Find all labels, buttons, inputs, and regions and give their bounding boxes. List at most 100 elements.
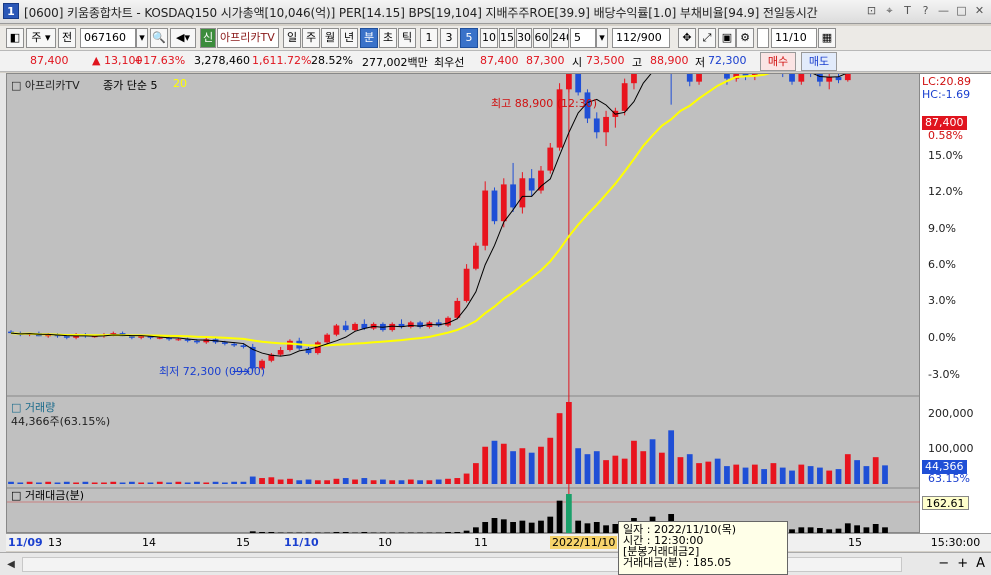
draw-tool-icon[interactable]: ⤢ bbox=[698, 28, 716, 48]
interval-button-30[interactable]: 30 bbox=[516, 28, 532, 48]
volume-bar bbox=[231, 481, 238, 484]
candle-body bbox=[352, 323, 358, 331]
amount-bar bbox=[547, 516, 554, 534]
legend-ma20: 20 bbox=[173, 77, 187, 90]
volume-bar bbox=[417, 480, 423, 484]
interval-button-10[interactable]: 10 bbox=[480, 28, 498, 48]
interval-button-1[interactable]: 1 bbox=[420, 28, 438, 48]
interval-button-240[interactable]: 240 bbox=[551, 28, 569, 48]
volume-bar bbox=[491, 440, 498, 484]
candle-body bbox=[826, 77, 833, 82]
crosshair-time: 15:30:00 bbox=[920, 533, 991, 551]
zoom-out-icon[interactable]: − bbox=[938, 556, 949, 571]
count-value: 112 bbox=[616, 31, 637, 44]
interval-button-15[interactable]: 15 bbox=[499, 28, 515, 48]
interval-input[interactable]: 5 bbox=[570, 28, 596, 48]
legend-stock-name: □ 아프리카TV bbox=[11, 79, 80, 92]
y-axis-label: 12.0% bbox=[928, 185, 963, 198]
amount-tag: 162.61 bbox=[922, 496, 969, 510]
stock-name: 아프리카TV bbox=[217, 28, 279, 48]
tab-minute[interactable]: 분 bbox=[360, 28, 378, 48]
maximize-icon[interactable]: □ bbox=[954, 3, 969, 19]
volume-bar bbox=[259, 478, 265, 484]
candle-body bbox=[342, 325, 349, 331]
volume-bar bbox=[36, 482, 42, 484]
tab-month[interactable]: 월 bbox=[321, 28, 339, 48]
auto-scale-icon[interactable]: A bbox=[976, 556, 985, 571]
tab-second[interactable]: 초 bbox=[379, 28, 397, 48]
candle-body bbox=[565, 74, 572, 90]
pin-icon[interactable]: ⌖ bbox=[882, 3, 897, 19]
tab-day[interactable]: 일 bbox=[283, 28, 301, 48]
minimize-icon[interactable]: — bbox=[936, 3, 951, 19]
zoom-in-icon[interactable]: + bbox=[957, 556, 968, 571]
candle-body bbox=[844, 74, 851, 81]
candle-body bbox=[221, 342, 228, 344]
amount-bar bbox=[500, 519, 507, 534]
amount-bar bbox=[575, 520, 582, 534]
volume-bar bbox=[565, 402, 572, 484]
volume-bar bbox=[296, 480, 303, 484]
scroll-left-icon[interactable]: ◀ bbox=[4, 557, 18, 572]
volume-bar bbox=[668, 430, 675, 484]
volume-bar bbox=[203, 482, 210, 484]
date-label-15: 15 bbox=[236, 536, 250, 549]
count-input[interactable]: 112/900 bbox=[612, 28, 670, 48]
interval-button-3[interactable]: 3 bbox=[440, 28, 458, 48]
volume-bar bbox=[342, 478, 349, 484]
crosshair-icon[interactable]: ✥ bbox=[678, 28, 696, 48]
audio-icon[interactable]: ◀▾ bbox=[170, 28, 196, 48]
chart-area[interactable]: □ 아프리카TV 종가 단순 5 20 최고 88,900 (12:30) 최저… bbox=[6, 73, 921, 534]
volume-bar bbox=[175, 481, 182, 484]
interval-button-60[interactable]: 60 bbox=[533, 28, 550, 48]
volume-bar bbox=[54, 482, 61, 484]
volume-bar bbox=[631, 440, 637, 484]
restore-icon[interactable]: ⊡ bbox=[864, 3, 879, 19]
title-icons: ⊡ ⌖ T? — □ ✕ bbox=[864, 3, 987, 19]
text-icon[interactable]: T bbox=[900, 3, 915, 19]
high-marker-label: 최고 88,900 (12:30) bbox=[491, 97, 598, 110]
pct-tag: 0.58% bbox=[928, 129, 963, 142]
chart-canvas[interactable] bbox=[7, 74, 921, 534]
tab-tick[interactable]: 틱 bbox=[398, 28, 416, 48]
period-dropdown[interactable]: 주 ▾ bbox=[26, 28, 56, 48]
price-change-pct: +17.63% bbox=[134, 54, 186, 67]
buy-button[interactable]: 매수 bbox=[760, 52, 796, 71]
date-label-1110: 11/10 bbox=[284, 536, 319, 549]
help-icon[interactable]: ? bbox=[918, 3, 933, 19]
candle-body bbox=[156, 337, 163, 339]
sell-button[interactable]: 매도 bbox=[801, 52, 837, 71]
candle-body bbox=[798, 74, 805, 82]
chart-scrollbar[interactable]: ◀ − + A bbox=[0, 552, 991, 575]
quote-bar: 87,400 ▲ 13,100 +17.63% 3,278,460 1,611.… bbox=[0, 50, 991, 72]
stock-code-input[interactable]: 067160 bbox=[80, 28, 136, 48]
interval-button-5[interactable]: 5 bbox=[460, 28, 478, 48]
date-checkbox[interactable] bbox=[757, 28, 769, 48]
volume-bar bbox=[547, 437, 554, 484]
candle-body bbox=[454, 300, 461, 318]
candle-body bbox=[724, 74, 730, 79]
close-icon[interactable]: ✕ bbox=[972, 3, 987, 19]
tab-week[interactable]: 주 bbox=[302, 28, 320, 48]
volume-bar bbox=[26, 481, 33, 484]
save-icon[interactable]: ▣ bbox=[718, 28, 736, 48]
date-input[interactable]: 11/10 bbox=[771, 28, 817, 48]
calendar-icon[interactable]: ▦ bbox=[818, 28, 836, 48]
credit-badge[interactable]: 신 bbox=[200, 28, 216, 48]
interval-dropdown[interactable]: ▾ bbox=[596, 28, 608, 48]
tab-year[interactable]: 년 bbox=[340, 28, 358, 48]
candle-body bbox=[519, 178, 526, 208]
prev-button[interactable]: 전 bbox=[58, 28, 76, 48]
volume-bar bbox=[696, 463, 702, 484]
layout-icon[interactable]: ◧ bbox=[6, 28, 24, 48]
volume-bar bbox=[249, 476, 256, 484]
candle-body bbox=[463, 268, 470, 301]
volume-bar bbox=[817, 467, 823, 484]
candle-body bbox=[538, 170, 544, 191]
settings-icon[interactable]: ⚙ bbox=[736, 28, 754, 48]
volume-bar bbox=[714, 458, 721, 484]
low-label: 저 bbox=[695, 56, 706, 69]
stock-code-dropdown[interactable]: ▾ bbox=[136, 28, 148, 48]
search-icon[interactable]: 🔍 bbox=[150, 28, 168, 48]
amount-bar bbox=[519, 520, 526, 534]
